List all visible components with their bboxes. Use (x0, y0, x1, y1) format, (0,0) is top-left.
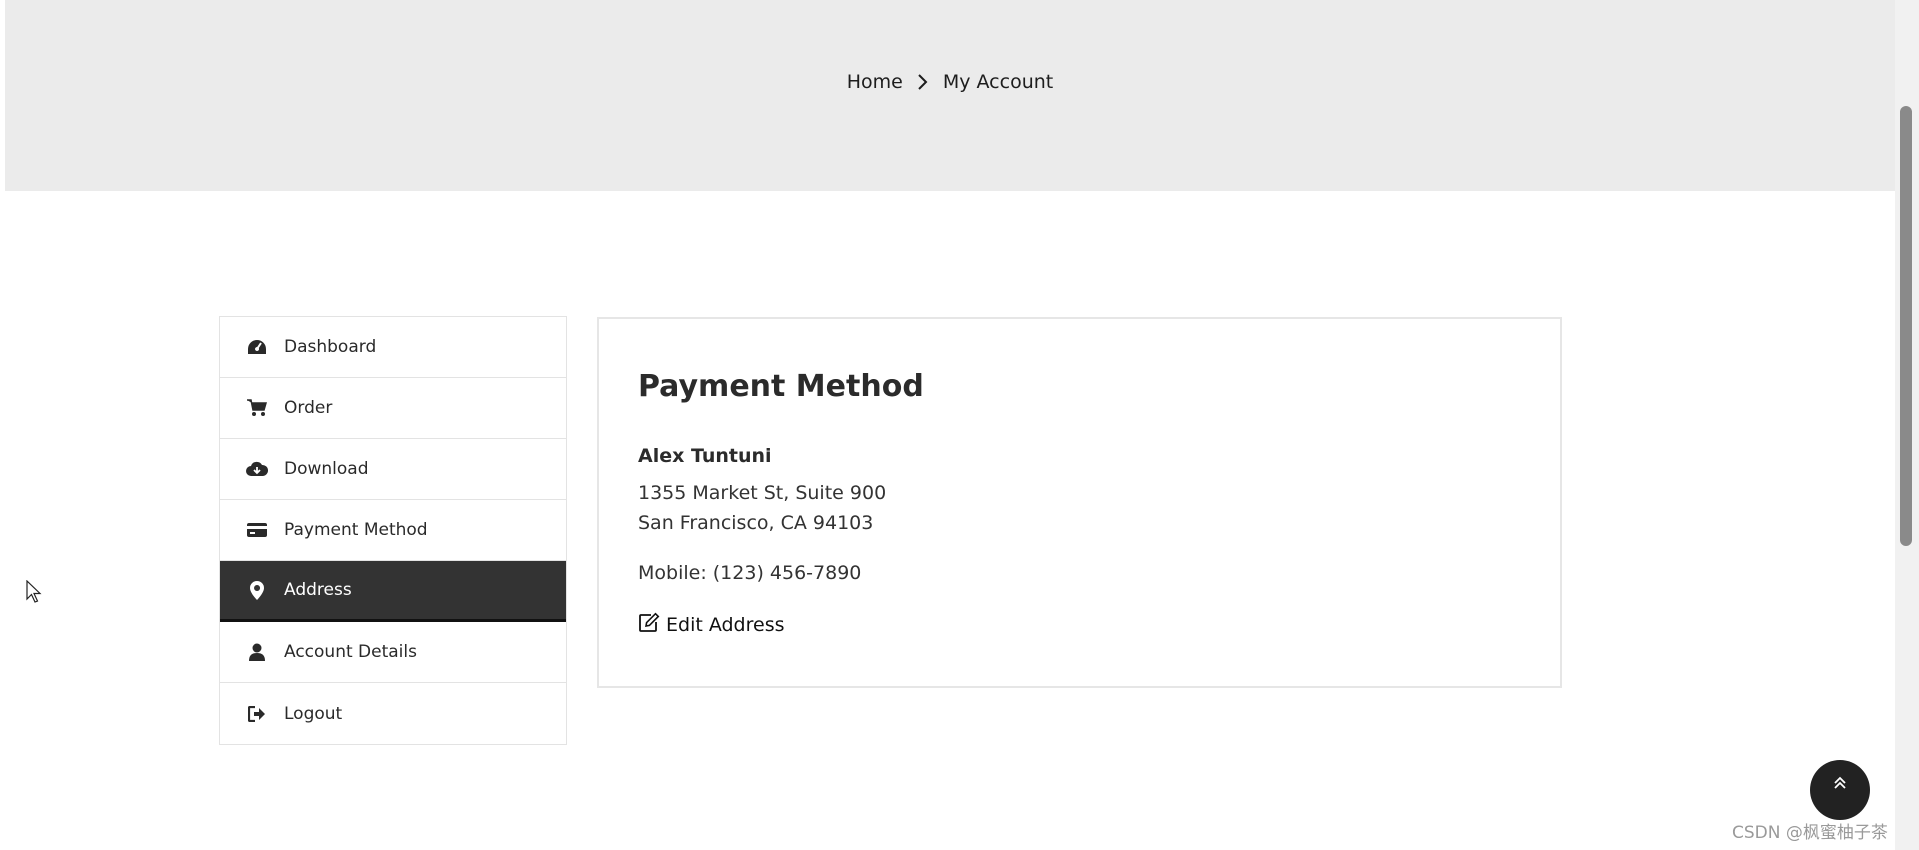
sidebar-item-label: Account Details (284, 642, 417, 662)
address-line-2: San Francisco, CA 94103 (638, 512, 874, 534)
sidebar-item-download[interactable]: Download (220, 439, 566, 500)
sidebar-item-address[interactable]: Address (220, 561, 566, 622)
sidebar-item-label: Address (284, 580, 352, 600)
scrollbar-thumb[interactable] (1900, 106, 1912, 546)
page: Home My Account Dashboard Order Download (5, 0, 1895, 850)
mouse-cursor-icon (26, 579, 42, 608)
address-name: Alex Tuntuni (638, 445, 772, 467)
panel-title: Payment Method (638, 369, 924, 404)
account-sidebar: Dashboard Order Download Payment Method … (219, 316, 567, 745)
cloud-download-icon (246, 458, 268, 480)
sidebar-item-label: Payment Method (284, 520, 428, 540)
edit-address-label: Edit Address (666, 613, 785, 636)
breadcrumb-home-link[interactable]: Home (847, 71, 903, 93)
credit-card-icon (246, 519, 268, 541)
user-icon (246, 641, 268, 663)
address-panel: Payment Method Alex Tuntuni 1355 Market … (597, 317, 1562, 688)
sidebar-item-payment-method[interactable]: Payment Method (220, 500, 566, 561)
mobile-number: Mobile: (123) 456-7890 (638, 562, 862, 584)
address-line-1: 1355 Market St, Suite 900 (638, 482, 887, 504)
sidebar-item-logout[interactable]: Logout (220, 683, 566, 744)
edit-icon (638, 612, 660, 637)
sidebar-item-account-details[interactable]: Account Details (220, 622, 566, 683)
sidebar-item-label: Download (284, 459, 369, 479)
back-to-top-button[interactable] (1810, 760, 1870, 820)
watermark-text: CSDN @枫蜜柚子茶 (1732, 823, 1888, 843)
dashboard-icon (246, 336, 268, 358)
sidebar-item-dashboard[interactable]: Dashboard (220, 317, 566, 378)
cart-icon (246, 397, 268, 419)
breadcrumb-current: My Account (942, 71, 1054, 93)
sidebar-item-label: Dashboard (284, 337, 377, 357)
edit-address-link[interactable]: Edit Address (638, 612, 785, 637)
vertical-scrollbar[interactable] (1895, 0, 1919, 850)
sign-out-icon (246, 703, 268, 725)
sidebar-item-label: Logout (284, 703, 343, 724)
sidebar-item-order[interactable]: Order (220, 378, 566, 439)
breadcrumb: Home My Account (5, 71, 1895, 93)
sidebar-item-label: Order (284, 398, 333, 418)
chevron-right-icon (917, 73, 929, 91)
map-marker-icon (246, 579, 268, 601)
chevron-up-icon (1833, 774, 1847, 793)
breadcrumb-banner: Home My Account (5, 0, 1895, 191)
